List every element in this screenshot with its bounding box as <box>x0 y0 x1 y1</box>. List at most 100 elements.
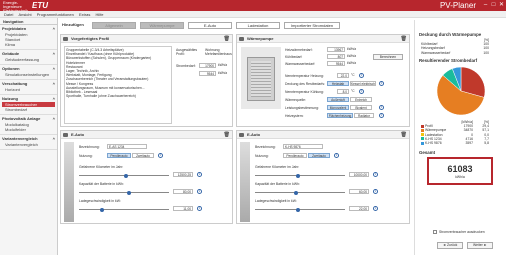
slider-handle[interactable] <box>296 173 301 178</box>
nav-group-header[interactable]: Optionen ˄ <box>2 66 55 72</box>
name-field[interactable]: E-AS 1234 <box>107 144 147 149</box>
back-button[interactable]: ◄ Zurück <box>437 242 463 249</box>
slider-handle[interactable] <box>293 190 298 195</box>
temp-unit: °C <box>351 73 355 77</box>
slider-handle[interactable] <box>126 190 131 195</box>
info-icon[interactable]: i <box>197 172 202 177</box>
sidebar-item-klima[interactable]: Klima <box>2 42 55 47</box>
add-ladestation-button[interactable]: Ladestation <box>236 22 280 29</box>
capacity-slider[interactable] <box>79 190 169 195</box>
profile-list[interactable]: Gruppentabelle (C.3/4.3 Arbeitsplätze) E… <box>64 46 172 124</box>
heat-source-aussenluft[interactable]: Außenluft <box>327 97 349 102</box>
nav-group-header[interactable]: Variantenvergleich ˄ <box>2 136 55 142</box>
heat-demand-field[interactable]: 13967 <box>327 47 345 52</box>
info-icon[interactable]: i <box>197 206 202 211</box>
menu-extras[interactable]: Extras <box>79 12 90 17</box>
nav-group-header[interactable]: Verschattung ˄ <box>2 81 55 87</box>
info-icon[interactable]: i <box>373 206 378 211</box>
selected-profile-value: Wohnung Mehrfamilienhaus <box>205 48 232 56</box>
calculate-button[interactable]: Berechnen <box>373 54 403 60</box>
charge-speed-slider[interactable] <box>255 207 345 212</box>
km-field[interactable]: 10000,00 <box>349 172 369 177</box>
navigation-sidebar: Navigation Projektdaten ˄ Projektdaten St… <box>0 18 58 255</box>
trash-icon[interactable]: 🗑 <box>401 132 407 138</box>
next-button[interactable]: Weiter ► <box>467 242 493 249</box>
sidebar-item-modulfelder[interactable]: Modulfelder <box>2 127 55 132</box>
trash-icon[interactable]: 🗑 <box>401 36 407 42</box>
emit-flaechenheizung[interactable]: Flächenheizung <box>327 113 353 118</box>
info-icon[interactable]: i <box>373 189 378 194</box>
slider-handle[interactable] <box>296 207 301 212</box>
charge-speed-field[interactable]: 22,00 <box>349 206 369 211</box>
trash-icon[interactable]: 🗑 <box>224 132 230 138</box>
sidebar-item-strombedarf[interactable]: Strombedarf <box>2 107 55 112</box>
info-icon[interactable]: i <box>197 189 202 194</box>
menu-hilfe[interactable]: Hilfe <box>95 12 103 17</box>
add-allgemein-button[interactable]: Allgemein <box>92 22 136 29</box>
title-bar: Energie-Ingenieure Elektrotechnik Planun… <box>0 0 506 21</box>
use-zweitauto[interactable]: Zweitauto <box>308 153 330 158</box>
warm-water-label: Warmwasserbedarf: <box>285 62 316 66</box>
sidebar-item-variantenvergleich[interactable]: Variantenvergleich <box>2 142 55 147</box>
add-e-auto-button[interactable]: E-Auto <box>188 22 232 29</box>
close-button[interactable]: ✕ <box>498 1 505 9</box>
info-icon[interactable]: i <box>158 153 163 158</box>
menu-datei[interactable]: Datei <box>4 12 13 17</box>
legend-swatch <box>421 141 424 145</box>
info-icon[interactable]: i <box>373 172 378 177</box>
info-icon[interactable]: i <box>379 105 384 110</box>
nav-group-header[interactable]: Photovoltaik Anlage ˄ <box>2 116 55 122</box>
sidebar-item-horizont[interactable]: Horizont <box>2 87 55 92</box>
nav-group-header[interactable]: Nutzung ˄ <box>2 96 55 102</box>
info-icon[interactable]: i <box>379 113 384 118</box>
nav-group-header[interactable]: Projektdaten ˄ <box>2 26 55 32</box>
temp-field[interactable]: 22.0 <box>337 73 349 78</box>
demand-field[interactable]: 17900 <box>199 63 216 68</box>
use-pendlerauto[interactable]: Pendlerauto <box>283 153 307 158</box>
cover-label: Deckung des Restbedarfs: <box>285 82 325 86</box>
km-slider[interactable] <box>255 173 345 178</box>
info-icon[interactable]: i <box>359 73 364 78</box>
info-icon[interactable]: i <box>359 89 364 94</box>
slider-handle[interactable] <box>123 173 128 178</box>
slider-handle[interactable] <box>99 207 104 212</box>
use-label: Nutzung: <box>79 154 93 158</box>
list-item[interactable]: Sporthalle, Turnhalle (ohne Zuschauerber… <box>66 94 170 98</box>
minimize-button[interactable]: – <box>482 1 489 9</box>
capacity-slider[interactable] <box>255 190 345 195</box>
info-icon[interactable]: i <box>379 81 384 86</box>
import-stromdaten-button[interactable]: Importierter Stromdaten <box>284 22 340 29</box>
charge-speed-field[interactable]: 11,00 <box>173 206 193 211</box>
cover-option-heizstab[interactable]: Heizstab <box>327 81 349 86</box>
nav-group-header[interactable]: Gebäude ˄ <box>2 51 55 57</box>
cool-temp-field[interactable]: 8.0 <box>337 89 349 94</box>
area-field[interactable]: 9544 <box>199 71 216 76</box>
chevron-up-icon: ˄ <box>52 96 55 101</box>
use-zweitauto[interactable]: Zweitauto <box>132 153 154 158</box>
cover-option-kessel[interactable]: Kessel elektrisch <box>350 81 376 86</box>
warm-water-field[interactable]: 9544 <box>327 61 345 66</box>
heat-source-erdreich[interactable]: Erdreich <box>350 97 372 102</box>
maximize-button[interactable]: □ <box>490 1 497 9</box>
panel-title: E-Auto <box>71 132 85 137</box>
trash-icon[interactable]: 🗑 <box>224 36 230 42</box>
total-unit: kWh/a <box>455 175 465 179</box>
cool-demand-field[interactable]: 807 <box>327 54 345 59</box>
menu-ansicht[interactable]: Ansicht <box>18 12 31 17</box>
info-icon[interactable]: i <box>334 153 339 158</box>
add-waermepumpe-button[interactable]: Wärmepumpe <box>140 22 184 29</box>
menu-programmfunktionen[interactable]: Programmfunktionen <box>37 12 74 17</box>
km-slider[interactable] <box>79 173 169 178</box>
power-bivalent[interactable]: Bivalent <box>350 105 372 110</box>
km-field[interactable]: 12500,25 <box>173 172 193 177</box>
name-field[interactable]: K-HS 9876 <box>283 144 323 149</box>
capacity-field[interactable]: 60,00 <box>349 189 369 194</box>
capacity-field[interactable]: 80,00 <box>173 189 193 194</box>
sidebar-item-simulationseinstellungen[interactable]: Simulationseinstellungen <box>2 72 55 77</box>
sidebar-item-gebaeudeerfassung[interactable]: Gebäudeerfassung <box>2 57 55 62</box>
power-monovalent[interactable]: Monovalent <box>327 105 349 110</box>
charge-speed-slider[interactable] <box>79 207 169 212</box>
use-pendlerauto[interactable]: Pendlerauto <box>107 153 131 158</box>
print-checkbox[interactable] <box>433 230 437 234</box>
emit-radiator[interactable]: Radiator <box>354 113 374 118</box>
